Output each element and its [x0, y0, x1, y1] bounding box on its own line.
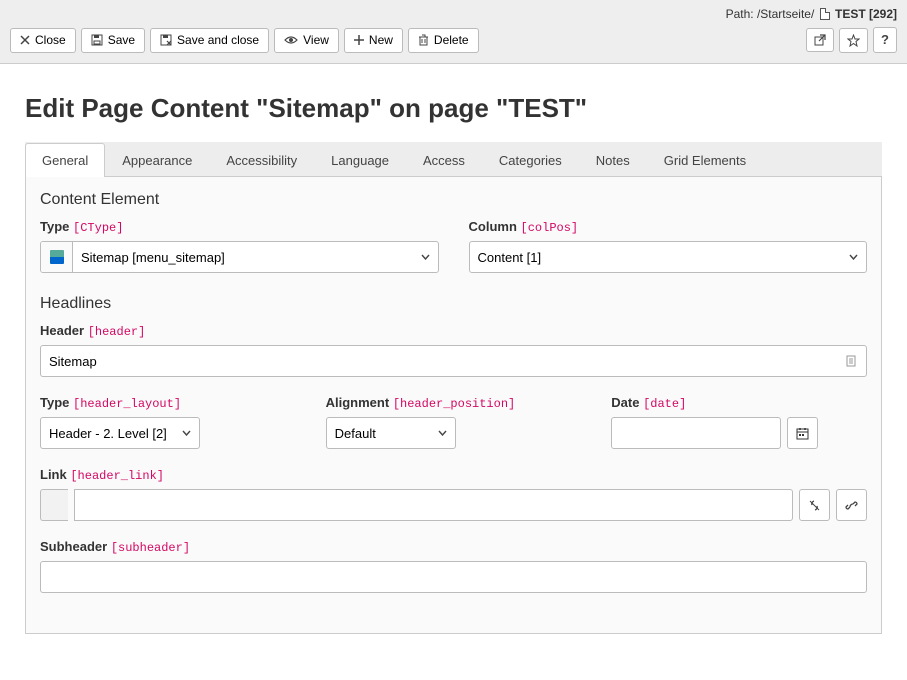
- link-remove-button[interactable]: [799, 489, 830, 521]
- column-tech: [colPos]: [521, 221, 579, 235]
- header-layout-select[interactable]: Header - 2. Level [2]: [41, 418, 199, 448]
- tabs: General Appearance Accessibility Languag…: [25, 142, 882, 177]
- tab-appearance[interactable]: Appearance: [105, 143, 209, 177]
- link-input-group: [40, 489, 867, 521]
- section-content-element: Content Element Type [CType] Sitemap [me…: [40, 191, 867, 273]
- type-select-wrap: Sitemap [menu_sitemap]: [40, 241, 439, 273]
- section-title-content-element: Content Element: [40, 191, 867, 209]
- open-new-window-button[interactable]: [806, 28, 834, 52]
- alignment-label: Alignment [header_position]: [326, 395, 582, 411]
- view-button-label: View: [303, 34, 329, 47]
- type-select[interactable]: Sitemap [menu_sitemap]: [73, 242, 438, 272]
- page-body: Edit Page Content "Sitemap" on page "TES…: [0, 64, 907, 649]
- header-label: Header [header]: [40, 323, 867, 339]
- save-button[interactable]: Save: [81, 28, 145, 53]
- tab-notes[interactable]: Notes: [579, 143, 647, 177]
- link-browse-button[interactable]: [836, 489, 867, 521]
- save-close-button-label: Save and close: [177, 34, 259, 47]
- date-picker-button[interactable]: [787, 417, 818, 449]
- alignment-tech: [header_position]: [393, 397, 515, 411]
- close-button[interactable]: Close: [10, 28, 76, 53]
- bookmark-button[interactable]: [839, 28, 868, 53]
- delete-button-label: Delete: [434, 34, 469, 47]
- delete-button[interactable]: Delete: [408, 28, 479, 53]
- date-input[interactable]: [612, 418, 781, 448]
- new-button-label: New: [369, 34, 393, 47]
- page-icon: [820, 8, 830, 20]
- header-layout-select-wrap: Header - 2. Level [2]: [40, 417, 200, 449]
- unlink-icon: [808, 499, 821, 512]
- tab-access[interactable]: Access: [406, 143, 482, 177]
- tab-accessibility[interactable]: Accessibility: [209, 143, 314, 177]
- help-button[interactable]: ?: [873, 27, 897, 53]
- tab-general[interactable]: General: [25, 143, 105, 177]
- tab-categories[interactable]: Categories: [482, 143, 579, 177]
- link-label: Link [header_link]: [40, 467, 867, 483]
- alignment-select[interactable]: Default: [327, 418, 455, 448]
- subheader-input[interactable]: [41, 562, 866, 592]
- type-label: Type [CType]: [40, 219, 439, 235]
- page-title: Edit Page Content "Sitemap" on page "TES…: [25, 93, 882, 124]
- breadcrumb: Path: /Startseite/ TEST [292]: [10, 6, 897, 21]
- link-tech: [header_link]: [70, 469, 164, 483]
- ctype-icon: [50, 250, 64, 264]
- date-label: Date [date]: [611, 395, 867, 411]
- link-icon: [845, 499, 858, 512]
- header-tech: [header]: [88, 325, 146, 339]
- subheader-tech: [subheader]: [111, 541, 190, 555]
- panel-general: Content Element Type [CType] Sitemap [me…: [25, 177, 882, 634]
- header-layout-tech: [header_layout]: [73, 397, 181, 411]
- help-icon: ?: [881, 33, 889, 47]
- tab-language[interactable]: Language: [314, 143, 406, 177]
- alignment-select-wrap: Default: [326, 417, 456, 449]
- link-prefix-icon: [40, 489, 68, 521]
- save-close-icon: [160, 34, 172, 46]
- view-button[interactable]: View: [274, 28, 339, 53]
- date-tech: [date]: [643, 397, 686, 411]
- eye-icon: [284, 35, 298, 45]
- column-select[interactable]: Content [1]: [470, 242, 867, 272]
- tab-grid-elements[interactable]: Grid Elements: [647, 143, 763, 177]
- subheader-label: Subheader [subheader]: [40, 539, 867, 555]
- toolbar: Close Save Save and close View New: [10, 27, 897, 53]
- header-input[interactable]: [41, 346, 836, 376]
- plus-icon: [354, 35, 364, 45]
- save-icon: [91, 34, 103, 46]
- topbar: Path: /Startseite/ TEST [292] Close Save…: [0, 0, 907, 64]
- header-layout-label: Type [header_layout]: [40, 395, 296, 411]
- subheader-input-wrap: [40, 561, 867, 593]
- save-close-button[interactable]: Save and close: [150, 28, 269, 53]
- close-icon: [20, 35, 30, 45]
- header-input-wrap: [40, 345, 867, 377]
- open-new-window-icon: [814, 34, 826, 46]
- section-title-headlines: Headlines: [40, 295, 867, 313]
- column-select-wrap: Content [1]: [469, 241, 868, 273]
- trash-icon: [418, 34, 429, 46]
- column-label: Column [colPos]: [469, 219, 868, 235]
- breadcrumb-prefix: Path:: [726, 7, 757, 21]
- new-button[interactable]: New: [344, 28, 403, 53]
- section-headlines: Headlines Header [header] Type [header_l…: [40, 295, 867, 593]
- date-input-group: [611, 417, 867, 449]
- type-select-icon-box: [41, 242, 73, 272]
- calendar-icon: [796, 427, 809, 440]
- close-button-label: Close: [35, 34, 66, 47]
- type-tech: [CType]: [73, 221, 123, 235]
- save-button-label: Save: [108, 34, 135, 47]
- link-input[interactable]: [75, 490, 792, 520]
- star-icon: [847, 34, 860, 47]
- expand-icon[interactable]: [836, 346, 866, 376]
- breadcrumb-path: /Startseite/: [757, 7, 814, 21]
- breadcrumb-current: TEST [292]: [835, 7, 897, 21]
